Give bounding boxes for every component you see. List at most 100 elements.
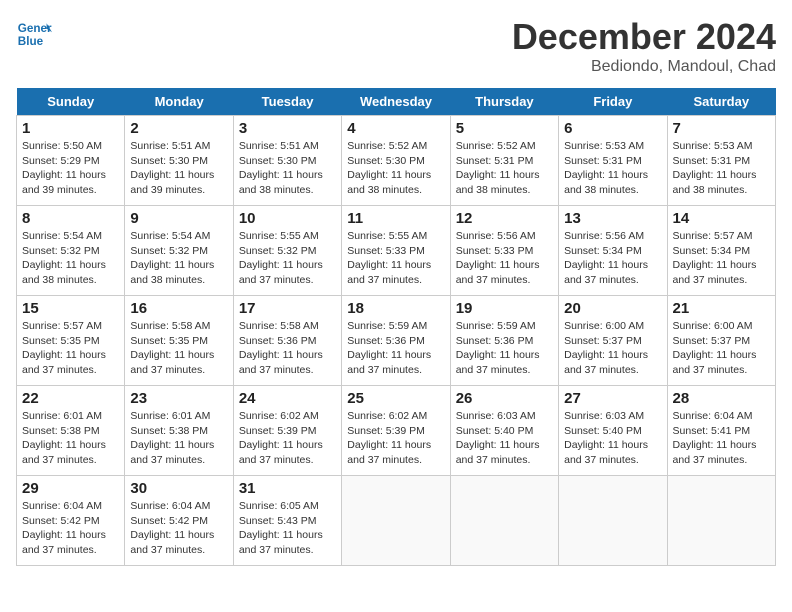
day-info: Sunrise: 6:00 AMSunset: 5:37 PMDaylight:… xyxy=(564,320,648,376)
day-info: Sunrise: 5:56 AMSunset: 5:33 PMDaylight:… xyxy=(456,230,540,286)
day-info: Sunrise: 5:55 AMSunset: 5:33 PMDaylight:… xyxy=(347,230,431,286)
table-row: 29Sunrise: 6:04 AMSunset: 5:42 PMDayligh… xyxy=(17,476,125,566)
title-section: December 2024 Bediondo, Mandoul, Chad xyxy=(512,16,776,76)
day-number: 24 xyxy=(239,390,336,407)
day-info: Sunrise: 6:05 AMSunset: 5:43 PMDaylight:… xyxy=(239,500,323,556)
day-info: Sunrise: 5:53 AMSunset: 5:31 PMDaylight:… xyxy=(564,140,648,196)
table-row: 10 Sunrise: 5:55 AMSunset: 5:32 PMDayligh… xyxy=(233,206,341,296)
table-row: 3Sunrise: 5:51 AMSunset: 5:30 PMDaylight… xyxy=(233,116,341,206)
day-number: 29 xyxy=(22,480,119,497)
week-row: 22Sunrise: 6:01 AMSunset: 5:38 PMDayligh… xyxy=(17,386,776,476)
day-info: Sunrise: 5:57 AMSunset: 5:35 PMDaylight:… xyxy=(22,320,106,376)
day-number: 17 xyxy=(239,300,336,317)
header-row: Sunday Monday Tuesday Wednesday Thursday… xyxy=(17,88,776,116)
day-number: 6 xyxy=(564,120,661,137)
table-row: 12Sunrise: 5:56 AMSunset: 5:33 PMDayligh… xyxy=(450,206,558,296)
table-row: 19 Sunrise: 5:59 AMSunset: 5:36 PMDayligh… xyxy=(450,296,558,386)
day-number: 13 xyxy=(564,210,661,227)
table-row: 25 Sunrise: 6:02 AMSunset: 5:39 PMDayligh… xyxy=(342,386,450,476)
week-row: 29 Sunrise: 6:04 AMSunset: 5:42 PMDayligh… xyxy=(17,476,776,566)
day-number: 25 xyxy=(347,390,444,407)
day-number: 14 xyxy=(673,210,770,227)
day-info: Sunrise: 6:01 AMSunset: 5:38 PMDaylight:… xyxy=(22,410,106,466)
table-row: 6 Sunrise: 5:53 AMSunset: 5:31 PMDaylight… xyxy=(559,116,667,206)
day-info: Sunrise: 5:57 AMSunset: 5:34 PMDaylight:… xyxy=(673,230,757,286)
table-row: 14 Sunrise: 5:57 AMSunset: 5:34 PMDayligh… xyxy=(667,206,775,296)
day-info: Sunrise: 5:52 AMSunset: 5:31 PMDaylight:… xyxy=(456,140,540,196)
svg-text:Blue: Blue xyxy=(18,35,44,48)
week-row: 1 Sunrise: 5:50 AMSunset: 5:29 PMDaylight… xyxy=(17,116,776,206)
logo: General Blue xyxy=(16,16,52,52)
day-info: Sunrise: 5:54 AMSunset: 5:32 PMDaylight:… xyxy=(130,230,214,286)
day-info: Sunrise: 5:54 AMSunset: 5:32 PMDaylight:… xyxy=(22,230,106,286)
day-number: 5 xyxy=(456,120,553,137)
header-friday: Friday xyxy=(559,88,667,116)
day-info: Sunrise: 5:51 AMSunset: 5:30 PMDaylight:… xyxy=(130,140,214,196)
table-row: 4Sunrise: 5:52 AMSunset: 5:30 PMDaylight… xyxy=(342,116,450,206)
logo-icon: General Blue xyxy=(16,16,52,52)
table-row: 27Sunrise: 6:03 AMSunset: 5:40 PMDayligh… xyxy=(559,386,667,476)
day-number: 8 xyxy=(22,210,119,227)
day-number: 28 xyxy=(673,390,770,407)
table-row: 2 Sunrise: 5:51 AMSunset: 5:30 PMDaylight… xyxy=(125,116,233,206)
table-row: 15 Sunrise: 5:57 AMSunset: 5:35 PMDayligh… xyxy=(17,296,125,386)
day-number: 3 xyxy=(239,120,336,137)
day-info: Sunrise: 5:59 AMSunset: 5:36 PMDaylight:… xyxy=(456,320,540,376)
day-info: Sunrise: 5:50 AMSunset: 5:29 PMDaylight:… xyxy=(22,140,106,196)
header-saturday: Saturday xyxy=(667,88,775,116)
table-row: 20 Sunrise: 6:00 AMSunset: 5:37 PMDayligh… xyxy=(559,296,667,386)
day-info: Sunrise: 5:56 AMSunset: 5:34 PMDaylight:… xyxy=(564,230,648,286)
table-row: 30 Sunrise: 6:04 AMSunset: 5:42 PMDayligh… xyxy=(125,476,233,566)
calendar-subtitle: Bediondo, Mandoul, Chad xyxy=(512,58,776,76)
header-wednesday: Wednesday xyxy=(342,88,450,116)
calendar-table: Sunday Monday Tuesday Wednesday Thursday… xyxy=(16,88,776,566)
table-row: 23Sunrise: 6:01 AMSunset: 5:38 PMDayligh… xyxy=(125,386,233,476)
table-row: 21Sunrise: 6:00 AMSunset: 5:37 PMDayligh… xyxy=(667,296,775,386)
day-number: 30 xyxy=(130,480,227,497)
day-info: Sunrise: 6:04 AMSunset: 5:41 PMDaylight:… xyxy=(673,410,757,466)
day-number: 15 xyxy=(22,300,119,317)
header-monday: Monday xyxy=(125,88,233,116)
day-info: Sunrise: 6:02 AMSunset: 5:39 PMDaylight:… xyxy=(347,410,431,466)
day-number: 9 xyxy=(130,210,227,227)
empty-cell xyxy=(559,476,667,566)
table-row: 24 Sunrise: 6:02 AMSunset: 5:39 PMDayligh… xyxy=(233,386,341,476)
day-number: 2 xyxy=(130,120,227,137)
day-info: Sunrise: 6:00 AMSunset: 5:37 PMDaylight:… xyxy=(673,320,757,376)
day-info: Sunrise: 6:04 AMSunset: 5:42 PMDaylight:… xyxy=(130,500,214,556)
day-number: 7 xyxy=(673,120,770,137)
table-row: 18 Sunrise: 5:59 AMSunset: 5:36 PMDayligh… xyxy=(342,296,450,386)
empty-cell xyxy=(667,476,775,566)
day-number: 26 xyxy=(456,390,553,407)
table-row: 1 Sunrise: 5:50 AMSunset: 5:29 PMDaylight… xyxy=(17,116,125,206)
day-number: 10 xyxy=(239,210,336,227)
header-sunday: Sunday xyxy=(17,88,125,116)
table-row: 17 Sunrise: 5:58 AMSunset: 5:36 PMDayligh… xyxy=(233,296,341,386)
table-row: 16Sunrise: 5:58 AMSunset: 5:35 PMDayligh… xyxy=(125,296,233,386)
empty-cell xyxy=(450,476,558,566)
calendar-title: December 2024 xyxy=(512,16,776,58)
day-info: Sunrise: 6:01 AMSunset: 5:38 PMDaylight:… xyxy=(130,410,214,466)
day-number: 20 xyxy=(564,300,661,317)
week-row: 15 Sunrise: 5:57 AMSunset: 5:35 PMDayligh… xyxy=(17,296,776,386)
header-tuesday: Tuesday xyxy=(233,88,341,116)
day-info: Sunrise: 5:58 AMSunset: 5:36 PMDaylight:… xyxy=(239,320,323,376)
page-header: General Blue December 2024 Bediondo, Man… xyxy=(16,16,776,76)
day-info: Sunrise: 6:03 AMSunset: 5:40 PMDaylight:… xyxy=(456,410,540,466)
table-row: 7 Sunrise: 5:53 AMSunset: 5:31 PMDaylight… xyxy=(667,116,775,206)
header-thursday: Thursday xyxy=(450,88,558,116)
day-number: 1 xyxy=(22,120,119,137)
day-info: Sunrise: 5:52 AMSunset: 5:30 PMDaylight:… xyxy=(347,140,431,196)
day-info: Sunrise: 6:02 AMSunset: 5:39 PMDaylight:… xyxy=(239,410,323,466)
day-number: 19 xyxy=(456,300,553,317)
table-row: 28 Sunrise: 6:04 AMSunset: 5:41 PMDayligh… xyxy=(667,386,775,476)
empty-cell xyxy=(342,476,450,566)
day-number: 18 xyxy=(347,300,444,317)
day-info: Sunrise: 5:55 AMSunset: 5:32 PMDaylight:… xyxy=(239,230,323,286)
table-row: 31 Sunrise: 6:05 AMSunset: 5:43 PMDayligh… xyxy=(233,476,341,566)
day-info: Sunrise: 5:53 AMSunset: 5:31 PMDaylight:… xyxy=(673,140,757,196)
day-number: 31 xyxy=(239,480,336,497)
day-info: Sunrise: 5:59 AMSunset: 5:36 PMDaylight:… xyxy=(347,320,431,376)
day-number: 16 xyxy=(130,300,227,317)
table-row: 8 Sunrise: 5:54 AMSunset: 5:32 PMDaylight… xyxy=(17,206,125,296)
